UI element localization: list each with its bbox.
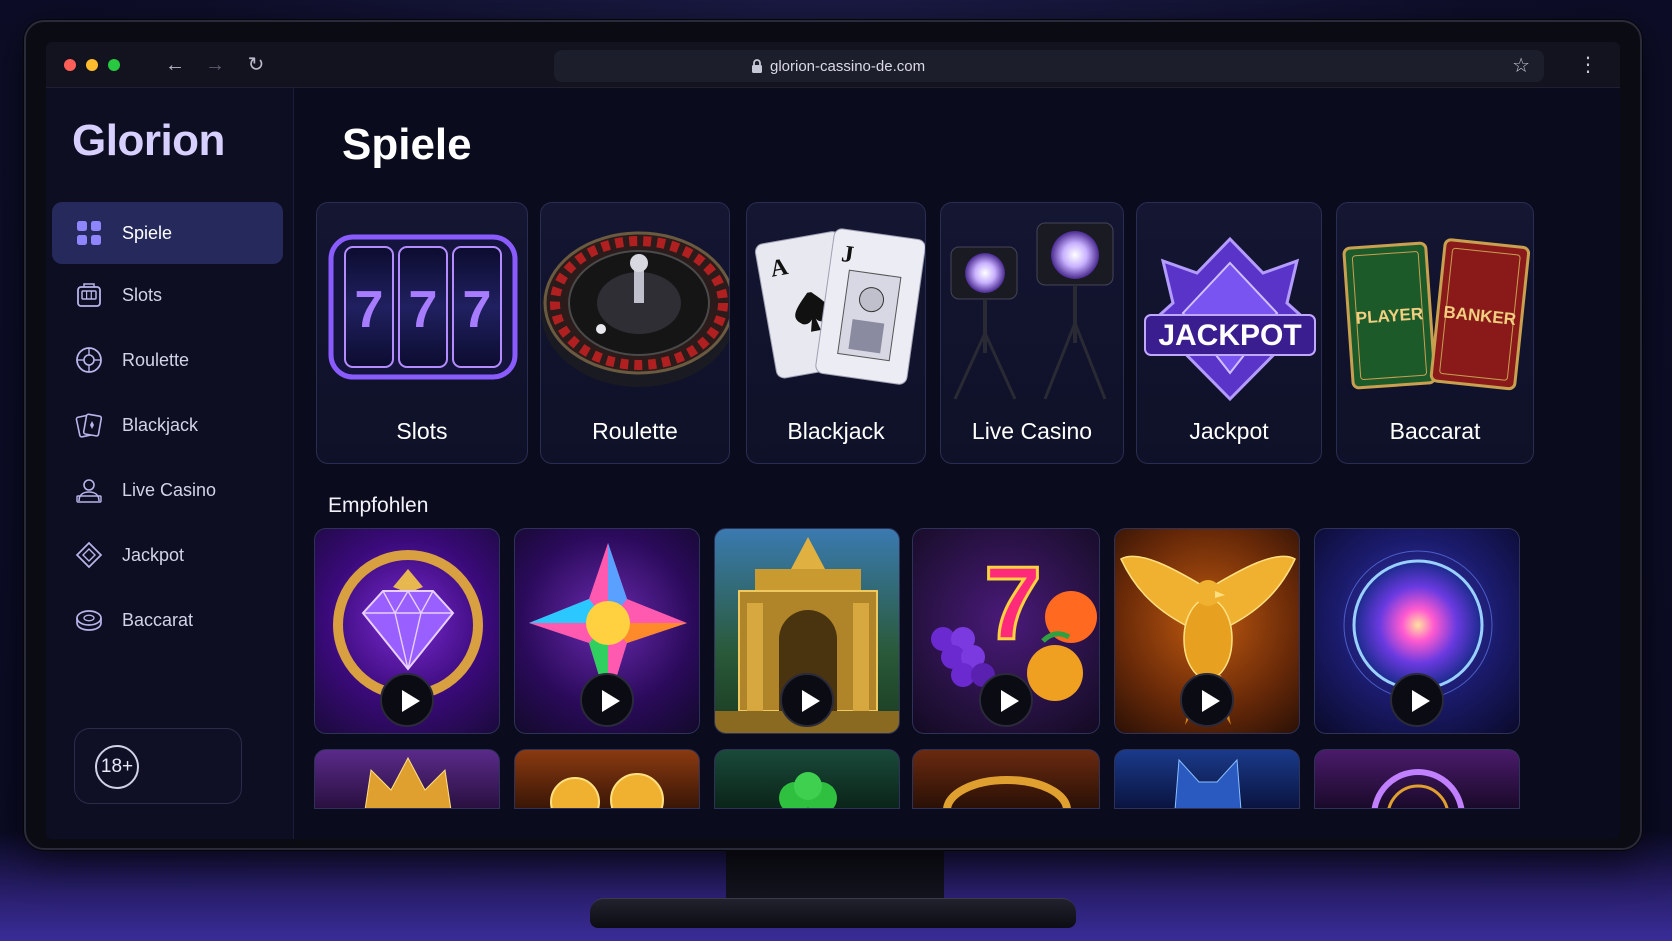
sidebar-item-roulette[interactable]: Roulette — [52, 329, 283, 391]
game-tile-clover[interactable] — [714, 749, 900, 809]
grid-icon — [77, 221, 101, 245]
forward-arrow-icon[interactable]: → — [201, 51, 229, 79]
roulette-wheel-illustration — [541, 231, 729, 387]
sidebar-item-label: Live Casino — [122, 479, 217, 500]
section-title-recommended: Empfohlen — [328, 494, 429, 517]
category-card-roulette[interactable]: Roulette — [540, 202, 730, 464]
play-button[interactable] — [1180, 673, 1234, 727]
play-button[interactable] — [979, 673, 1033, 727]
game-tile-rainbow-star[interactable] — [514, 528, 700, 734]
play-button[interactable] — [380, 673, 434, 727]
age-badge: 18+ — [95, 745, 139, 789]
page-title: Spiele — [342, 120, 472, 169]
jackpot-art-text: JACKPOT — [1158, 319, 1301, 352]
sidebar-item-baccarat[interactable]: Baccarat — [52, 589, 283, 651]
game-tile-golden-temple[interactable] — [714, 528, 900, 734]
gold-crown-art — [364, 756, 452, 808]
sidebar-item-label: Blackjack — [122, 414, 199, 435]
clover-art — [779, 772, 837, 808]
url-text: glorion-cassino-de.com — [770, 58, 926, 75]
jackpot-crown-gem-illustration: JACKPOT — [1144, 236, 1316, 402]
category-card-live-casino[interactable]: Live Casino — [940, 202, 1124, 464]
sidebar-item-jackpot[interactable]: Jackpot — [52, 524, 283, 586]
game-tile-golden-ring[interactable] — [912, 749, 1100, 809]
age-restriction-box: 18+ — [74, 728, 242, 804]
sidebar-item-spiele[interactable]: Spiele — [52, 202, 283, 264]
ace-jack-cards-illustration: A J — [754, 228, 925, 385]
play-button[interactable] — [1390, 673, 1444, 727]
lock-icon — [752, 59, 762, 73]
svg-text:7: 7 — [409, 281, 438, 339]
monitor: ← → ↻ glorion-cassino-de.com ☆ ⋮ Glorion — [24, 20, 1642, 850]
sidebar-item-label: Spiele — [122, 222, 173, 243]
svg-text:7: 7 — [355, 281, 384, 339]
category-card-blackjack[interactable]: A J Blackjack — [746, 202, 926, 464]
slot-machine-icon — [77, 283, 101, 307]
sidebar-item-live-casino[interactable]: Live Casino — [52, 459, 283, 521]
monitor-stand-neck — [726, 850, 944, 902]
svg-text:7: 7 — [463, 281, 492, 339]
golden-ring-art — [943, 776, 1071, 808]
blue-wolf-art — [1174, 758, 1242, 808]
game-tile-gold-coins[interactable] — [514, 749, 700, 809]
category-label: Jackpot — [1189, 418, 1269, 444]
chip-icon — [76, 610, 102, 631]
minimize-window-button[interactable] — [86, 59, 98, 71]
game-tile-blue-wolf[interactable] — [1114, 749, 1300, 809]
svg-text:7: 7 — [984, 546, 1042, 662]
game-tile-purple-diamond[interactable] — [314, 528, 500, 734]
roulette-icon — [76, 347, 102, 373]
main-content: Spiele 7 7 7 Slots Roulette A J Blackjac… — [294, 88, 1620, 839]
browser-menu-icon[interactable]: ⋮ — [1578, 51, 1598, 79]
category-label: Slots — [396, 418, 448, 444]
sidebar: Glorion Spiele Slots Roulette Blackjack … — [46, 88, 294, 839]
browser-bar: ← → ↻ glorion-cassino-de.com ☆ ⋮ — [46, 42, 1620, 88]
purple-wheel-art — [1371, 769, 1465, 808]
close-window-button[interactable] — [64, 59, 76, 71]
screen: ← → ↻ glorion-cassino-de.com ☆ ⋮ Glorion — [46, 42, 1620, 839]
maximize-window-button[interactable] — [108, 59, 120, 71]
sidebar-item-label: Slots — [122, 284, 163, 305]
sidebar-item-slots[interactable]: Slots — [52, 264, 283, 326]
category-label: Roulette — [592, 418, 678, 444]
diamond-icon — [75, 541, 103, 569]
bookmark-star-icon[interactable]: ☆ — [1512, 53, 1530, 78]
address-bar[interactable]: glorion-cassino-de.com ☆ — [554, 50, 1544, 82]
cards-icon — [75, 413, 103, 438]
category-label: Blackjack — [787, 418, 885, 444]
play-button[interactable] — [780, 673, 834, 727]
play-button[interactable] — [580, 673, 634, 727]
sidebar-item-blackjack[interactable]: Blackjack — [52, 394, 283, 456]
category-label: Live Casino — [971, 418, 1093, 444]
sidebar-item-label: Baccarat — [122, 609, 194, 630]
game-tile-golden-phoenix[interactable] — [1114, 528, 1300, 734]
back-arrow-icon[interactable]: ← — [161, 51, 189, 79]
sidebar-item-label: Jackpot — [122, 544, 185, 565]
category-card-baccarat[interactable]: PLAYER BANKER Baccarat — [1336, 202, 1534, 464]
game-tile-purple-wheel[interactable] — [1314, 749, 1520, 809]
monitor-stand-base — [590, 898, 1076, 928]
dealer-icon — [76, 479, 102, 503]
category-card-slots[interactable]: 7 7 7 Slots — [316, 202, 528, 464]
category-label: Baccarat — [1389, 418, 1481, 444]
game-tile-cosmic-orb[interactable] — [1314, 528, 1520, 734]
game-tile-fruits-seven[interactable]: 7 — [912, 528, 1100, 734]
gold-coins-art — [550, 773, 664, 808]
player-banker-cards-illustration: PLAYER BANKER — [1342, 238, 1531, 391]
sidebar-item-label: Roulette — [122, 349, 190, 370]
reload-icon[interactable]: ↻ — [242, 51, 270, 79]
studio-spotlights-illustration — [950, 222, 1114, 400]
slot-reels-illustration: 7 7 7 — [328, 234, 518, 380]
logo[interactable]: Glorion — [72, 116, 225, 166]
category-card-jackpot[interactable]: JACKPOT Jackpot — [1136, 202, 1322, 464]
game-tile-gold-crown[interactable] — [314, 749, 500, 809]
